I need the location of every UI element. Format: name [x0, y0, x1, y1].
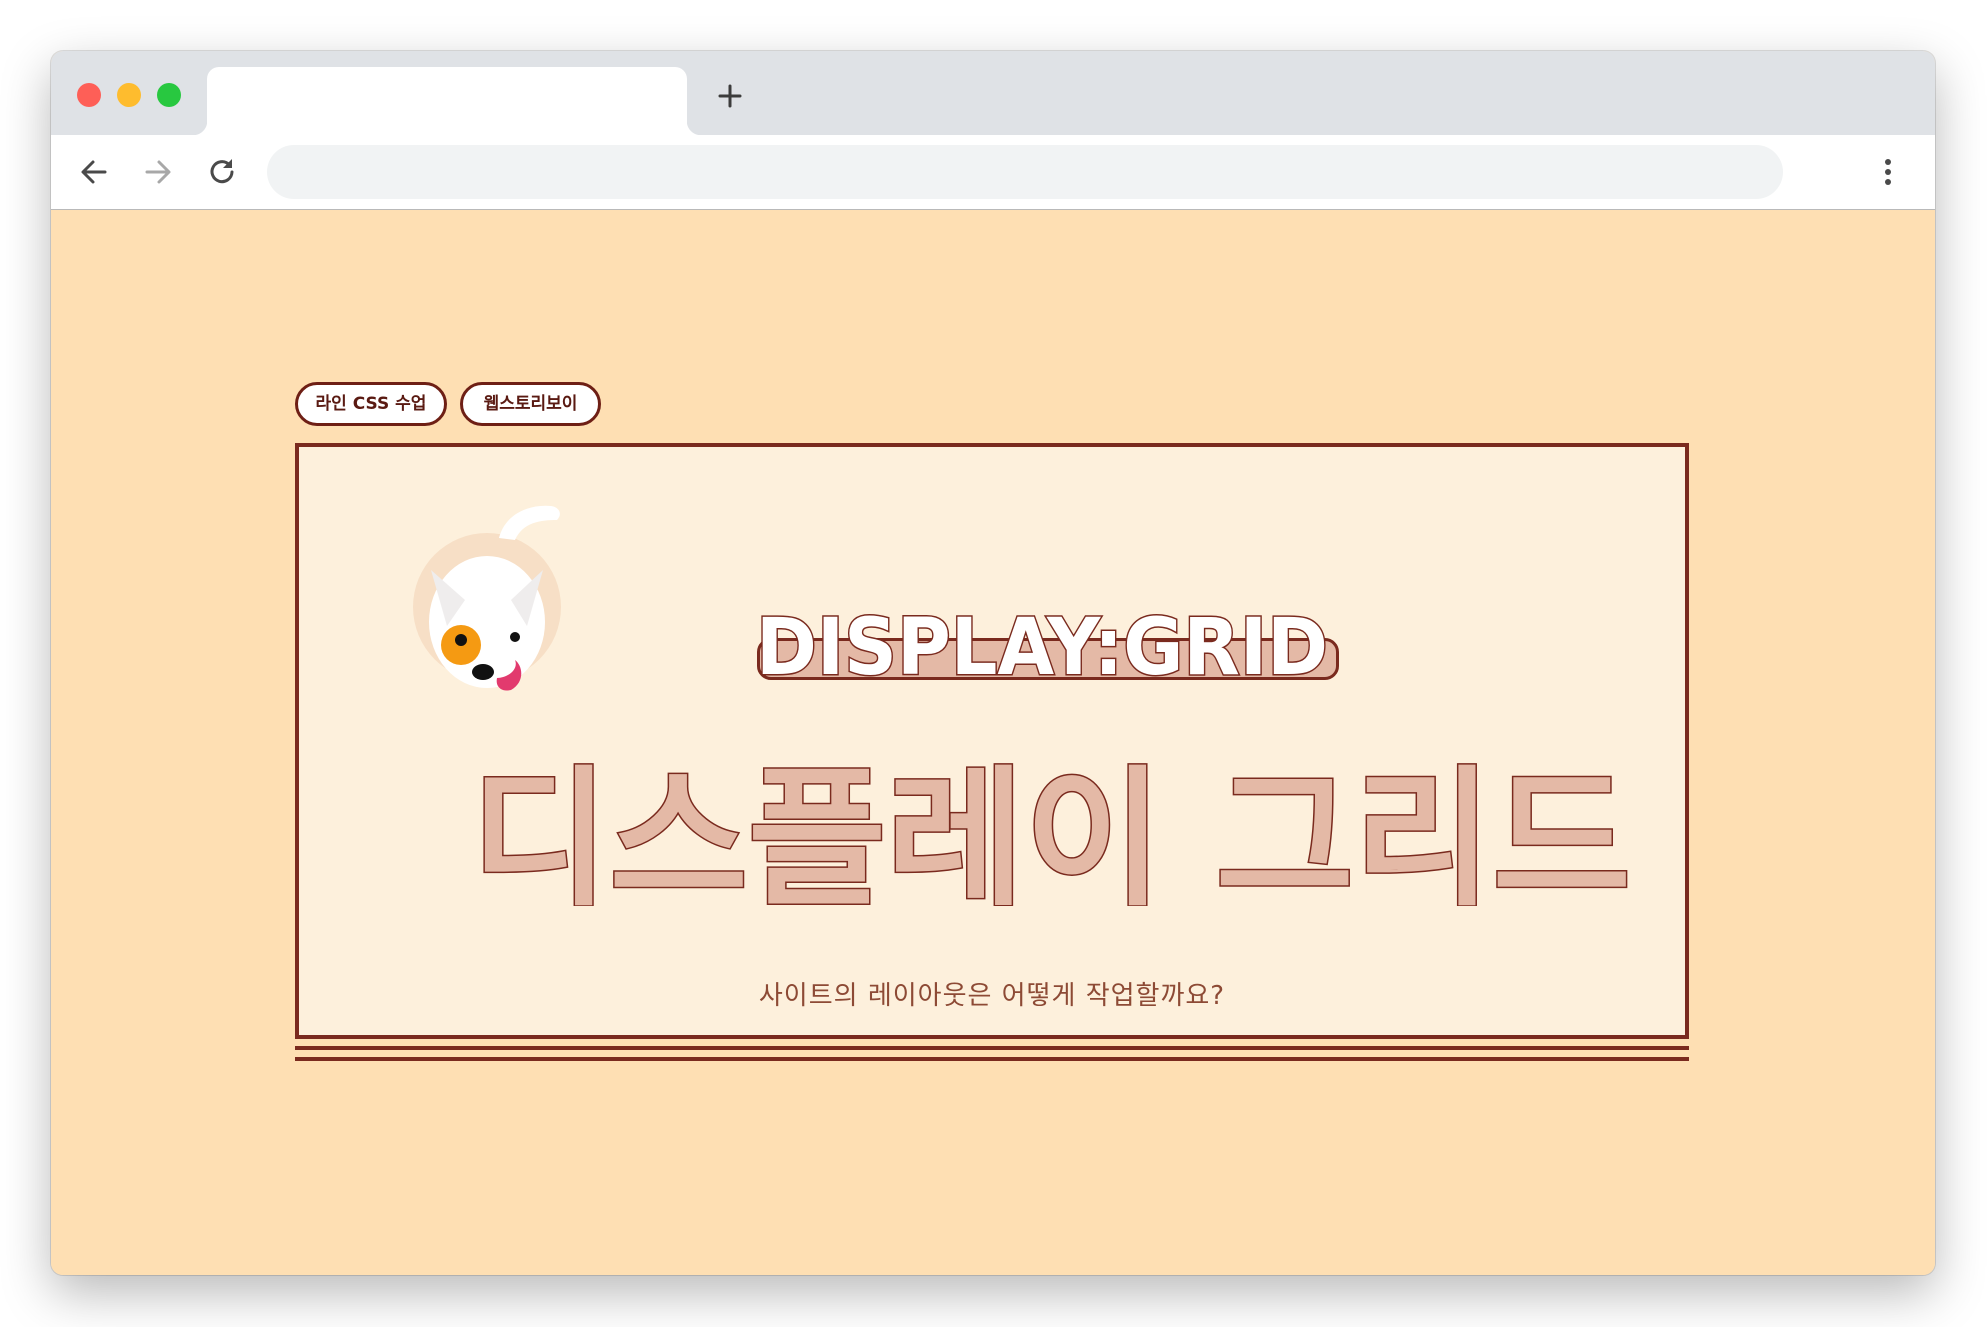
title-english-label: DISPLAY:GRID	[756, 603, 1328, 693]
vertical-dots-icon	[1885, 159, 1891, 185]
forward-button[interactable]	[141, 155, 175, 189]
arrow-right-icon	[145, 160, 171, 184]
new-tab-button[interactable]	[715, 81, 745, 111]
reload-icon	[210, 159, 234, 184]
title-korean: 디스플레이 그리드	[470, 752, 1633, 907]
close-window-button[interactable]	[77, 83, 101, 107]
title-english: DISPLAY:GRID	[751, 590, 1351, 710]
tab-strip	[51, 51, 1935, 135]
hero-subtitle: 사이트의 레이아웃은 어떻게 작업할까요?	[758, 981, 1226, 1011]
arrow-left-icon	[81, 160, 107, 184]
plus-icon	[718, 84, 742, 108]
reload-button[interactable]	[205, 155, 239, 189]
browser-toolbar	[51, 135, 1935, 210]
title-english-text: DISPLAY:GRID	[755, 602, 1330, 695]
tag-pill[interactable]: 웹스토리보이	[460, 382, 601, 426]
back-button[interactable]	[77, 155, 111, 189]
browser-menu-button[interactable]	[1871, 155, 1905, 189]
page-viewport: 라인 CSS 수업 웹스토리보이 DISPLAY:GRID 디스플레이 그리드 …	[51, 210, 1935, 1275]
dog-mascot-icon	[413, 505, 561, 691]
maximize-window-button[interactable]	[157, 83, 181, 107]
browser-tab-active[interactable]	[193, 67, 701, 135]
browser-window: 라인 CSS 수업 웹스토리보이 DISPLAY:GRID 디스플레이 그리드 …	[51, 51, 1935, 1275]
title-korean-label: 디스플레이 그리드	[471, 753, 1631, 906]
address-bar[interactable]	[267, 145, 1783, 199]
minimize-window-button[interactable]	[117, 83, 141, 107]
tag-pill[interactable]: 라인 CSS 수업	[295, 382, 447, 426]
